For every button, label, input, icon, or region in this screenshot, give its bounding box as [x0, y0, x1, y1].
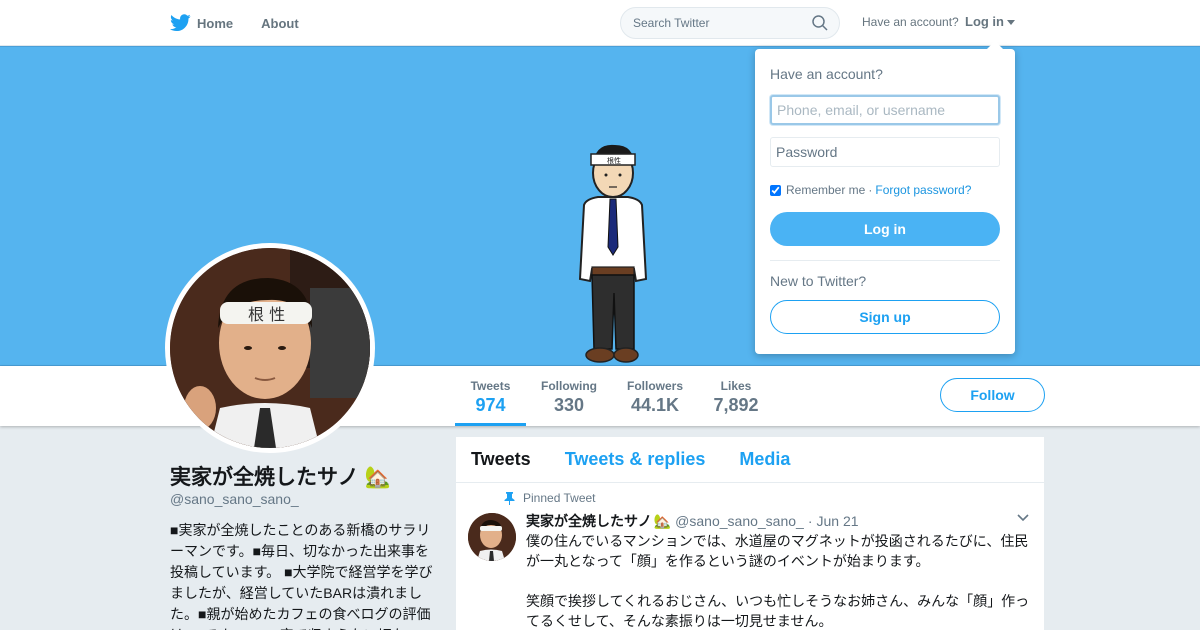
tweet-avatar-photo	[468, 513, 516, 561]
about-link[interactable]: About	[261, 16, 299, 31]
new-to-twitter-text: New to Twitter?	[770, 273, 867, 289]
dropdown-title: Have an account?	[770, 66, 883, 82]
tweet-header: 実家が全焼したサノ 🏡 @sano_sano_sano_ · Jun 21	[526, 511, 859, 531]
profile-name: 実家が全焼したサノ 🏡	[170, 461, 391, 491]
login-button[interactable]: Log in	[770, 212, 1000, 246]
search-box[interactable]	[620, 7, 840, 39]
remember-row: Remember me · Forgot password?	[770, 183, 971, 197]
caret-down-icon	[1007, 20, 1015, 26]
house-emoji-icon: 🏡	[653, 512, 672, 529]
stat-value: 330	[553, 395, 585, 415]
follow-button[interactable]: Follow	[940, 378, 1045, 412]
tweet-author-name[interactable]: 実家が全焼したサノ	[526, 511, 652, 531]
stat-value: 7,892	[713, 395, 759, 415]
stat-followers[interactable]: Followers 44.1K	[624, 366, 686, 426]
tab-media[interactable]: Media	[739, 449, 790, 470]
tweet-date-separator: ·	[807, 513, 813, 529]
stat-likes[interactable]: Likes 7,892	[710, 366, 762, 426]
about-label: About	[261, 15, 299, 31]
twitter-bird-icon	[170, 14, 191, 32]
svg-text:根性: 根性	[607, 156, 621, 165]
svg-text:根 性: 根 性	[248, 305, 285, 324]
tab-tweets[interactable]: Tweets	[471, 449, 531, 470]
forgot-password-link[interactable]: Forgot password?	[875, 183, 971, 197]
remember-separator: ·	[868, 183, 873, 197]
home-link[interactable]: Home	[170, 14, 233, 32]
house-emoji-icon: 🏡	[364, 466, 391, 489]
stat-value: 974	[475, 395, 506, 415]
search-input[interactable]	[633, 16, 803, 30]
stat-label: Likes	[720, 379, 752, 393]
pinned-context: Pinned Tweet	[504, 491, 596, 505]
login-dropdown-toggle[interactable]: Log in	[965, 14, 1015, 29]
username-field[interactable]	[770, 95, 1000, 125]
stat-label: Following	[541, 379, 597, 393]
pinned-label: Pinned Tweet	[523, 491, 596, 505]
tweet-date[interactable]: Jun 21	[817, 513, 859, 529]
stat-following[interactable]: Following 330	[538, 366, 600, 426]
nav-left: Home About	[170, 0, 327, 46]
login-link-label: Log in	[965, 14, 1004, 29]
tab-tweets-replies[interactable]: Tweets & replies	[565, 449, 706, 470]
home-label: Home	[197, 15, 234, 31]
login-dropdown: Have an account? Remember me · Forgot pa…	[755, 41, 1015, 354]
avatar-photo: 根 性	[170, 248, 370, 448]
remember-me-label[interactable]: Remember me	[786, 183, 865, 197]
profile-screen-name[interactable]: @sano_sano_sano_	[170, 491, 299, 507]
pin-icon	[504, 491, 515, 505]
profile-avatar[interactable]: 根 性	[165, 243, 375, 453]
stat-label: Tweets	[470, 379, 511, 393]
profile-bio: ■実家が全焼したことのある新橋のサラリーマンです。■毎日、切なかった出来事を投稿…	[170, 522, 433, 630]
stat-value: 44.1K	[630, 395, 680, 415]
stat-label: Followers	[626, 379, 683, 393]
salaryman-illustration: 根性	[578, 144, 648, 363]
have-account-text: Have an account?	[862, 15, 959, 29]
timeline-tabs: Tweets Tweets & replies Media	[456, 437, 1044, 483]
dropdown-divider	[770, 260, 1000, 261]
tweet-text: 僕の住んでいるマンションでは、水道屋のマグネットが投函されるたびに、住民が一丸と…	[526, 533, 1030, 629]
timeline: Tweets Tweets & replies Media Pinned Twe…	[456, 437, 1044, 630]
remember-me-checkbox[interactable]	[770, 184, 781, 196]
chevron-down-icon[interactable]	[1016, 513, 1030, 523]
password-field[interactable]	[770, 137, 1000, 167]
top-navigation-bar: Home About Have an account? Log in	[0, 0, 1200, 46]
stat-tweets[interactable]: Tweets 974	[455, 366, 526, 426]
tweet-handle[interactable]: @sano_sano_sano_	[675, 513, 804, 529]
tweet-avatar[interactable]	[468, 513, 516, 561]
search-icon[interactable]	[812, 15, 828, 31]
signup-button[interactable]: Sign up	[770, 300, 1000, 334]
profile-name-text: 実家が全焼したサノ	[170, 466, 359, 489]
